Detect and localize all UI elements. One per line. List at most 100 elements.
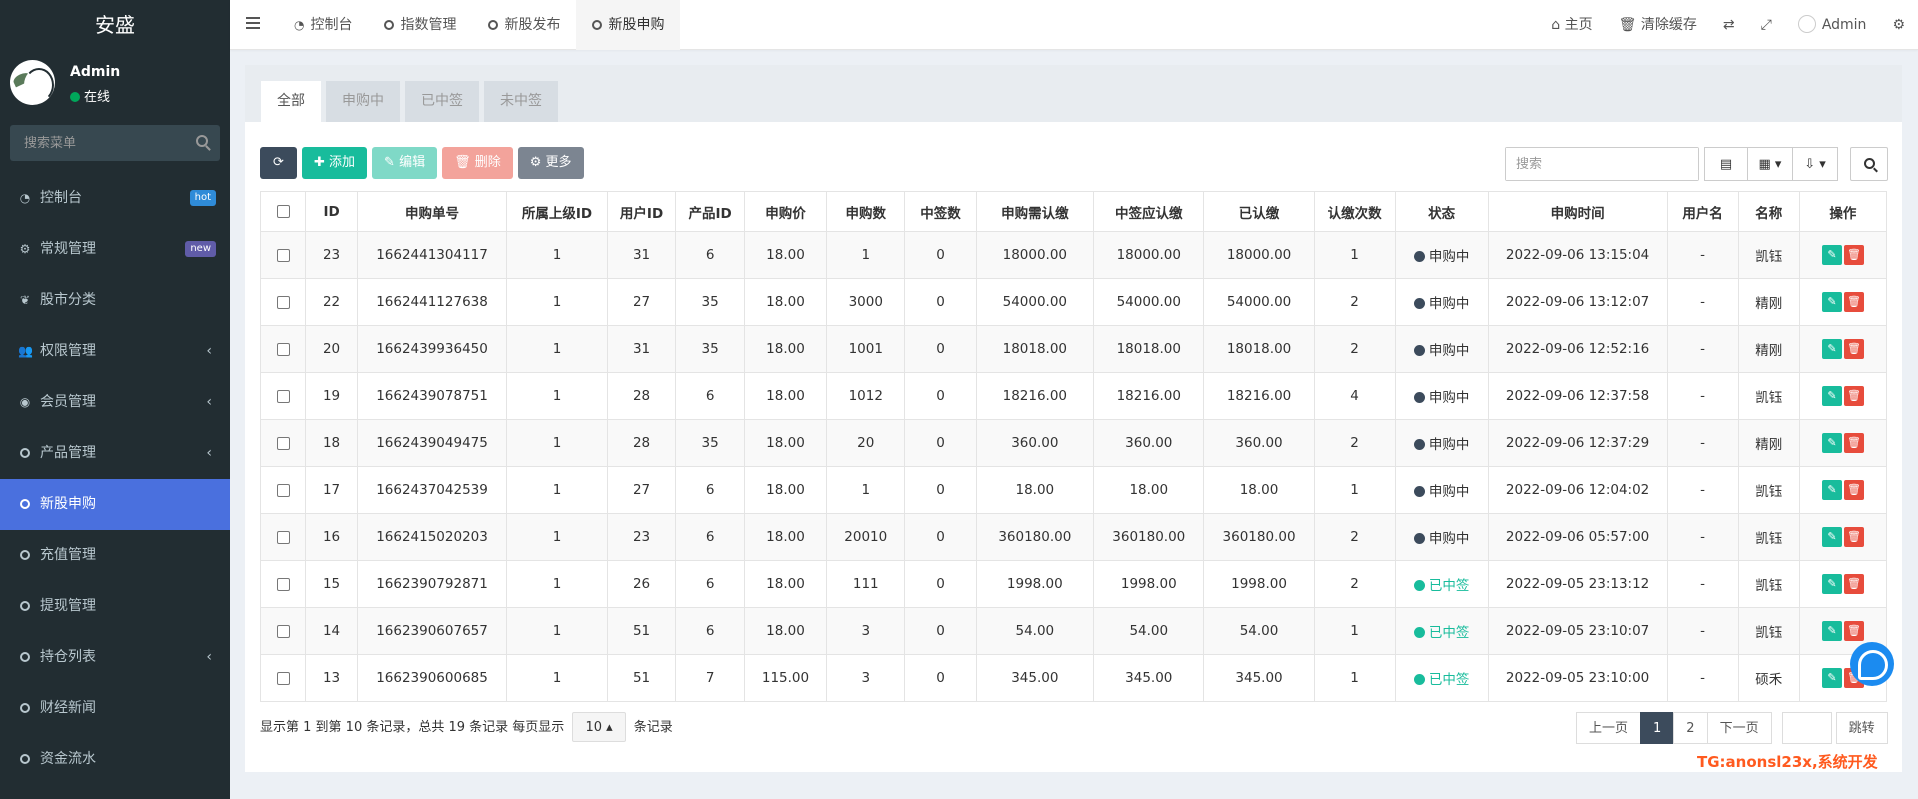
column-header[interactable]: 名称 (1737, 191, 1800, 232)
row-edit-button[interactable]: ✎ (1821, 621, 1842, 641)
table-row[interactable]: 14 1662390607657 1 51 6 18.00 3 0 54.00 54.00 54.0… (259, 607, 1888, 655)
tab-dashboard[interactable]: ◔ 控制台 (278, 0, 368, 50)
row-checkbox[interactable] (276, 436, 290, 450)
page-size-select[interactable]: 10 ▴ (572, 712, 626, 742)
row-checkbox[interactable] (276, 342, 290, 356)
column-header[interactable]: 所属上级ID (506, 191, 608, 232)
sidebar-item-dashboard[interactable]: ◔ 控制台 hot (0, 173, 230, 224)
column-header[interactable]: 中签数 (904, 191, 977, 232)
sidebar-item-positions[interactable]: 持仓列表 ‹ (0, 632, 230, 683)
tab-not-won[interactable]: 未中签 (484, 81, 558, 122)
hamburger-menu-icon[interactable] (246, 17, 260, 31)
refresh-button[interactable]: ⟳ (260, 147, 297, 179)
column-header[interactable]: 用户ID (606, 191, 677, 232)
page-button-1[interactable]: 1 (1640, 712, 1675, 744)
more-button[interactable]: ⚙ 更多 (517, 147, 584, 179)
row-checkbox[interactable] (276, 295, 290, 309)
row-delete-button[interactable]: 🗑 (1843, 480, 1864, 500)
jump-button[interactable]: 跳转 (1835, 712, 1888, 744)
row-edit-button[interactable]: ✎ (1821, 433, 1842, 453)
fullscreen-icon[interactable]: ⤢ (1748, 0, 1785, 50)
table-row[interactable]: 18 1662439049475 1 28 35 18.00 20 0 360.00 360.00… (259, 419, 1888, 467)
column-header[interactable]: 中签应认缴 (1093, 191, 1205, 232)
brand-logo[interactable]: 安盛 (0, 0, 230, 50)
row-delete-button[interactable]: 🗑 (1843, 621, 1864, 641)
tab-won[interactable]: 已中签 (405, 81, 479, 122)
column-header[interactable]: 申购时间 (1487, 191, 1668, 232)
row-checkbox[interactable] (276, 577, 290, 591)
row-delete-button[interactable]: 🗑 (1843, 527, 1864, 547)
sidebar-item-member[interactable]: ◉ 会员管理 ‹ (0, 377, 230, 428)
row-checkbox[interactable] (276, 624, 290, 638)
tab-index-management[interactable]: 指数管理 (368, 0, 472, 50)
row-delete-button[interactable]: 🗑 (1843, 386, 1864, 406)
clear-cache-button[interactable]: 🗑 清除缓存 (1606, 0, 1710, 50)
tab-subscribing[interactable]: 申购中 (326, 81, 400, 122)
table-row[interactable]: 23 1662441304117 1 31 6 18.00 1 0 18000.00 18000.… (259, 231, 1888, 279)
table-row[interactable]: 16 1662415020203 1 23 6 18.00 20010 0 360180.00 3… (259, 513, 1888, 561)
sidebar-item-withdraw[interactable]: 提现管理 (0, 581, 230, 632)
edit-button[interactable]: ✎ 编辑 (372, 147, 438, 179)
column-header[interactable]: 认缴次数 (1313, 191, 1396, 232)
home-link[interactable]: ⌂ 主页 (1538, 0, 1605, 50)
next-page-button[interactable]: 下一页 (1706, 712, 1772, 744)
column-header[interactable]: ID (305, 191, 358, 232)
tab-ipo-publish[interactable]: 新股发布 (472, 0, 576, 50)
language-icon[interactable]: ⇄ (1710, 0, 1748, 50)
select-all-checkbox[interactable] (276, 205, 290, 218)
search-icon[interactable] (196, 135, 208, 147)
row-checkbox[interactable] (276, 389, 290, 403)
column-header[interactable]: 用户名 (1666, 191, 1739, 232)
row-delete-button[interactable]: 🗑 (1843, 574, 1864, 594)
sidebar-item-product[interactable]: 产品管理 ‹ (0, 428, 230, 479)
delete-button[interactable]: 🗑 删除 (442, 147, 513, 179)
row-delete-button[interactable]: 🗑 (1843, 433, 1864, 453)
column-header[interactable]: 已认缴 (1203, 191, 1315, 232)
row-checkbox[interactable] (276, 530, 290, 544)
table-row[interactable]: 17 1662437042539 1 27 6 18.00 1 0 18.00 18.00 18.0… (259, 466, 1888, 514)
table-row[interactable]: 15 1662390792871 1 26 6 18.00 111 0 1998.00 1998.… (259, 560, 1888, 608)
row-checkbox[interactable] (276, 671, 290, 685)
tab-ipo-subscribe[interactable]: 新股申购 (576, 0, 681, 50)
column-header[interactable]: 申购需认缴 (975, 191, 1095, 232)
page-button-2[interactable]: 2 (1673, 712, 1708, 744)
row-edit-button[interactable]: ✎ (1821, 668, 1842, 688)
chat-bubble-icon[interactable] (1850, 642, 1894, 686)
column-header[interactable]: 状态 (1394, 191, 1489, 232)
prev-page-button[interactable]: 上一页 (1576, 712, 1642, 744)
user-menu[interactable]: Admin (1785, 0, 1880, 50)
row-checkbox[interactable] (276, 483, 290, 497)
settings-gear-icon[interactable]: ⚙ (1879, 0, 1918, 50)
sidebar-item-recharge[interactable]: 充值管理 (0, 530, 230, 581)
sidebar-item-market-category[interactable]: ❦ 股市分类 (0, 275, 230, 326)
row-edit-button[interactable]: ✎ (1821, 292, 1842, 312)
table-row[interactable]: 13 1662390600685 1 51 7 115.00 3 0 345.00 345.00 3… (259, 654, 1888, 702)
row-delete-button[interactable]: 🗑 (1843, 339, 1864, 359)
sidebar-item-permission[interactable]: 👥 权限管理 ‹ (0, 326, 230, 377)
sidebar-item-general[interactable]: ⚙ 常规管理 new (0, 224, 230, 275)
row-delete-button[interactable]: 🗑 (1843, 292, 1864, 312)
row-edit-button[interactable]: ✎ (1821, 527, 1842, 547)
column-header[interactable]: 申购数 (826, 191, 906, 232)
menu-search-input[interactable] (10, 125, 220, 161)
sidebar-item-ipo-subscribe[interactable]: 新股申购 (0, 479, 230, 530)
row-checkbox[interactable] (276, 248, 290, 262)
search-button[interactable] (1850, 147, 1888, 181)
sidebar-item-news[interactable]: 财经新闻 (0, 683, 230, 734)
search-input[interactable] (1506, 148, 1698, 180)
row-edit-button[interactable]: ✎ (1821, 480, 1842, 500)
table-row[interactable]: 19 1662439078751 1 28 6 18.00 1012 0 18216.00 182… (259, 372, 1888, 420)
row-edit-button[interactable]: ✎ (1821, 386, 1842, 406)
export-button[interactable]: ⇩ ▾ (1792, 147, 1838, 181)
row-edit-button[interactable]: ✎ (1821, 245, 1842, 265)
columns-button[interactable]: ▦ ▾ (1747, 147, 1793, 181)
tab-all[interactable]: 全部 (261, 81, 321, 122)
column-header[interactable]: 产品ID (675, 191, 745, 232)
jump-page-input[interactable] (1781, 712, 1832, 744)
row-edit-button[interactable]: ✎ (1821, 339, 1842, 359)
add-button[interactable]: ✚ 添加 (302, 147, 368, 179)
column-header[interactable]: 申购价 (743, 191, 828, 232)
sidebar-item-fund-flow[interactable]: 资金流水 (0, 734, 230, 785)
toggle-view-button[interactable]: ▤ (1704, 147, 1748, 181)
row-edit-button[interactable]: ✎ (1821, 574, 1842, 594)
